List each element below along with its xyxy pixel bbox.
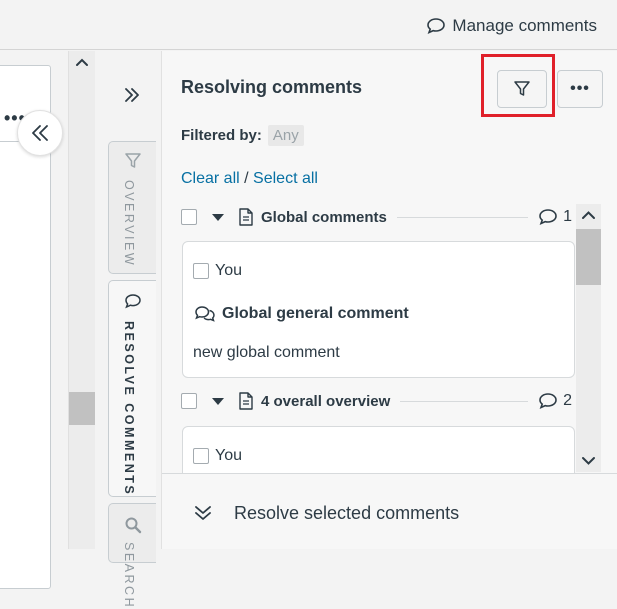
comment-icon [539,393,557,410]
comment-card: You Global general comment new global co… [182,241,575,378]
search-icon [125,517,142,534]
more-options-button[interactable]: ••• [557,70,603,108]
panel-footer: Resolve selected comments [162,473,617,549]
group-title: Global comments [261,208,387,226]
more-options-icon: ••• [570,80,590,97]
comment-icon [427,18,446,35]
comment-checkbox[interactable] [193,448,209,464]
comment-type: Global general comment [194,304,409,324]
tab-resolve-comments-label: Resolve comments [122,321,136,497]
double-chevron-down-icon [195,506,211,520]
author-name: You [215,447,242,464]
group-comment-count: 2 [538,392,572,410]
tab-search-label: Search [122,542,136,609]
comment-icon [125,294,141,309]
document-pane: ••• [0,51,68,589]
scrollbar-thumb[interactable] [69,392,96,425]
tab-overview[interactable]: Overview [108,141,156,274]
group-checkbox[interactable] [181,209,197,225]
filtered-by-value: Any [267,125,304,146]
manage-comments-label: Manage comments [452,16,597,35]
selection-links: Clear all / Select all [181,170,318,188]
group-divider [396,216,529,218]
document-icon [239,208,253,226]
group-count-value: 1 [563,208,572,225]
document-icon [239,392,253,410]
tab-search[interactable]: Search [108,503,156,609]
caret-down-icon[interactable] [212,397,224,405]
double-chevron-left-icon [32,125,48,141]
panel-title: Resolving comments [181,77,363,97]
comment-text: new global comment [193,344,340,361]
group-title: 4 overall overview [261,392,391,410]
group-divider [400,400,529,402]
group-checkbox[interactable] [181,393,197,409]
filter-icon [514,81,530,96]
comment-checkbox[interactable] [193,263,209,279]
comment-list: Global comments 1 You Global general com… [178,201,575,473]
resolve-selected-button[interactable]: Resolve selected comments [192,502,459,524]
scrollbar-thumb[interactable] [576,229,601,285]
comment-group-header: Global comments 1 [178,201,575,233]
select-all-link[interactable]: Select all [253,170,318,187]
filter-icon [125,153,141,168]
link-separator: / [244,170,249,187]
comment-type-label: Global general comment [222,305,409,322]
resolve-comments-panel: Resolving comments ••• Filtered by: Any … [161,51,617,549]
caret-down-icon[interactable] [212,213,224,221]
document-scrollbar[interactable] [68,51,96,549]
comment-group-header: 4 overall overview 2 [178,385,575,417]
comment-author: You [193,447,242,465]
author-name: You [215,262,242,279]
group-comment-count: 1 [538,208,572,226]
tab-overview-label: Overview [122,180,136,268]
clear-all-link[interactable]: Clear all [181,170,240,187]
comment-card: You [182,426,575,473]
filter-button[interactable] [497,70,547,108]
collapse-left-button[interactable] [17,110,63,156]
chevron-down-icon[interactable] [581,453,596,468]
tab-resolve-comments[interactable]: Resolve comments [108,280,156,497]
comment-list-scrollbar[interactable] [576,204,601,472]
filter-summary: Filtered by: Any [181,125,304,146]
top-bar: Manage comments [0,0,617,50]
group-count-value: 2 [563,392,572,409]
chevron-up-icon[interactable] [581,208,596,223]
sidebar-tabs: Overview Resolve comments Search [95,51,161,609]
resolve-selected-label: Resolve selected comments [234,502,460,523]
general-comment-icon [195,306,215,322]
expand-panel-icon[interactable] [122,85,142,105]
comment-author: You [193,262,242,280]
manage-comments-button[interactable]: Manage comments [426,15,597,37]
filtered-by-label: Filtered by: [181,127,262,144]
comment-icon [539,209,557,226]
chevron-up-icon[interactable] [75,55,89,69]
